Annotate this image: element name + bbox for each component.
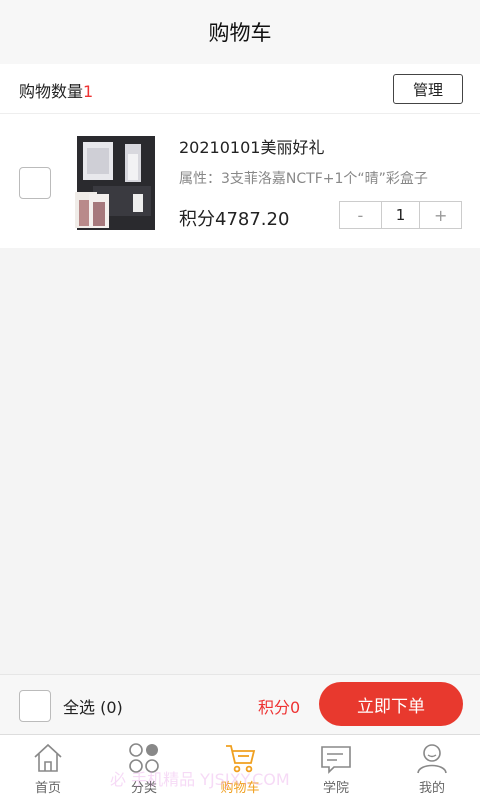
product-image[interactable] — [73, 134, 157, 232]
checkout-bar: 全选 (0) 积分0 立即下单 — [0, 674, 480, 734]
tab-profile-label: 我的 — [418, 781, 445, 796]
tab-cart-label: 购物车 — [220, 781, 260, 796]
page-title: 购物车 — [208, 21, 272, 45]
tab-home-label: 首页 — [34, 781, 61, 796]
select-all-checkbox[interactable] — [19, 690, 51, 722]
tab-academy-label: 学院 — [322, 781, 349, 796]
tab-academy[interactable]: 学院 — [288, 735, 384, 800]
bottom-tab-bar: 首页 分类 购物车 学院 我的 — [0, 734, 480, 800]
tab-cart[interactable]: 购物车 — [192, 735, 288, 800]
item-name[interactable]: 20210101美丽好礼 — [179, 134, 324, 158]
tab-category-label: 分类 — [130, 781, 157, 796]
tab-category[interactable]: 分类 — [96, 735, 192, 800]
header: 购物车 — [0, 0, 480, 64]
category-icon — [129, 743, 159, 773]
item-price: 积分4787.20 — [179, 209, 290, 230]
select-all-label[interactable]: 全选 (0) — [63, 694, 123, 718]
cart-item: 20210101美丽好礼 属性：3支菲洛嘉NCTF+1个“晴”彩盒子 积分478… — [0, 114, 480, 248]
profile-icon — [417, 744, 447, 774]
tab-profile[interactable]: 我的 — [384, 735, 480, 800]
manage-button[interactable]: 管理 — [393, 74, 463, 104]
quantity-value[interactable]: 1 — [380, 202, 421, 228]
cart-icon — [226, 745, 256, 773]
cart-count-bar: 购物数量1 管理 — [0, 64, 480, 114]
quantity-stepper: - 1 + — [339, 201, 462, 229]
place-order-button[interactable]: 立即下单 — [319, 682, 463, 726]
cart-count-label: 购物数量 — [19, 82, 84, 101]
cart-count-text: 购物数量1 — [19, 78, 93, 102]
home-icon — [34, 743, 62, 772]
quantity-minus-button[interactable]: - — [340, 202, 381, 228]
item-checkbox[interactable] — [19, 167, 51, 199]
tab-home[interactable]: 首页 — [0, 735, 96, 800]
quantity-plus-button[interactable]: + — [420, 202, 461, 228]
academy-icon — [321, 746, 351, 774]
total-points: 积分0 — [258, 698, 301, 717]
item-attributes: 属性：3支菲洛嘉NCTF+1个“晴”彩盒子 — [179, 171, 428, 187]
cart-count-number: 1 — [83, 82, 94, 101]
